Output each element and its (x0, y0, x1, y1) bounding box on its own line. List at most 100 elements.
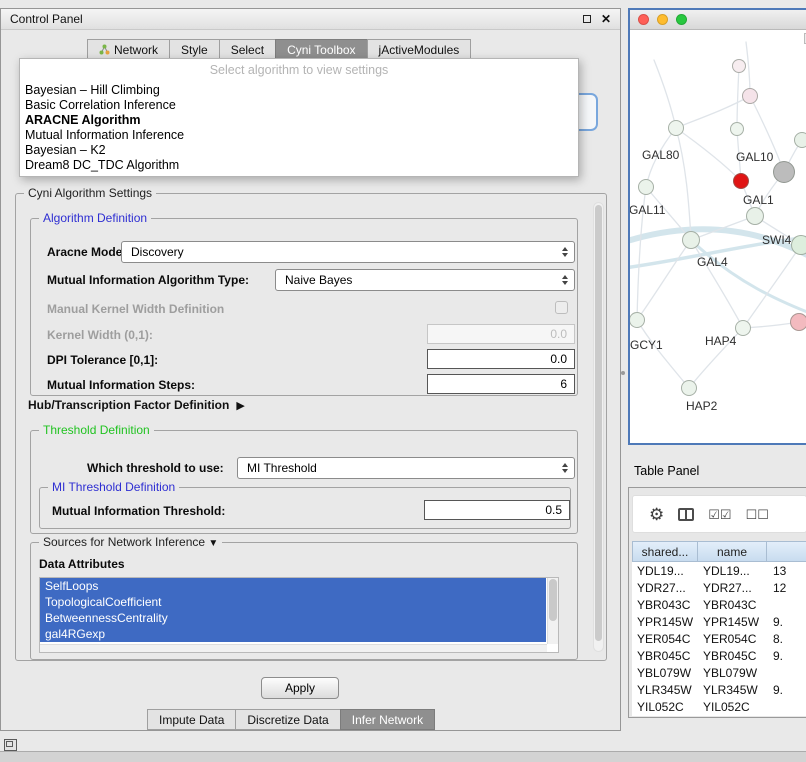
float-window-icon[interactable] (583, 15, 591, 23)
apply-button[interactable]: Apply (261, 677, 339, 699)
mi-type-select[interactable]: Naive Bayes (275, 269, 575, 291)
data-attribute-item[interactable]: gal4RGexp (40, 626, 546, 642)
table-panel-toolbar: ⚙ ☑☑ ☐☐ (632, 495, 806, 533)
column-header[interactable] (766, 541, 806, 562)
threshold-select[interactable]: MI Threshold (237, 457, 575, 479)
table-row[interactable]: YER054CYER054C8. (632, 630, 806, 647)
table-cell: YPR145W (632, 615, 698, 629)
data-attribute-item[interactable]: SelfLoops (40, 578, 546, 594)
tab-select[interactable]: Select (219, 39, 276, 60)
data-attributes-list[interactable]: SelfLoopsTopologicalCoefficientBetweenne… (39, 577, 559, 653)
table-row[interactable]: YBR045CYBR045C9. (632, 647, 806, 664)
network-node[interactable] (681, 380, 697, 396)
network-window-titlebar[interactable] (630, 10, 806, 30)
network-node-label: GAL11 (630, 203, 665, 217)
algorithm-option[interactable]: Mutual Information Inference (20, 128, 578, 143)
minimize-traffic-light-icon[interactable] (657, 14, 668, 25)
manual-kernel-checkbox[interactable] (555, 301, 568, 314)
network-view-window[interactable]: GAL80GAL10GAL11GAL1SWI4GAL4GCY1HAP4HAP2 (628, 8, 806, 445)
table-row[interactable]: YIL052CYIL052C (632, 698, 806, 715)
hub-definition-expander[interactable]: Hub/Transcription Factor Definition ▶ (28, 398, 245, 412)
aracne-mode-select[interactable]: Discovery (121, 241, 575, 263)
algorithm-option[interactable]: Dream8 DC_TDC Algorithm (20, 158, 578, 173)
table-cell: 9. (768, 615, 806, 629)
network-node[interactable] (794, 132, 806, 148)
table-cell: 8. (768, 632, 806, 646)
attributes-vscrollbar[interactable] (547, 578, 558, 644)
columns-icon[interactable] (678, 508, 694, 521)
network-node[interactable] (735, 320, 751, 336)
control-panel-titlebar[interactable]: Control Panel ✕ (1, 9, 620, 30)
scrollbar-thumb[interactable] (549, 579, 557, 621)
algorithm-option[interactable]: Bayesian – K2 (20, 143, 578, 158)
table-row[interactable]: YLR345WYLR345W9. (632, 681, 806, 698)
table-cell: YLR345W (698, 683, 768, 697)
network-node[interactable] (733, 173, 749, 189)
sources-title-row[interactable]: Sources for Network Inference ▼ (39, 535, 222, 551)
network-node[interactable] (638, 179, 654, 195)
tab-jactivemodules[interactable]: jActiveModules (367, 39, 472, 60)
which-threshold-label: Which threshold to use: (87, 461, 224, 475)
tab-style[interactable]: Style (169, 39, 220, 60)
settings-scrollbar[interactable] (593, 202, 604, 652)
network-node[interactable] (790, 313, 806, 331)
network-node-label: HAP4 (705, 334, 736, 348)
tab-label: Impute Data (159, 713, 224, 727)
group-title: Algorithm Definition (39, 211, 151, 225)
attributes-hscrollbar[interactable] (40, 644, 547, 652)
tab-network[interactable]: Network (87, 39, 170, 60)
tab-infer-network[interactable]: Infer Network (340, 709, 435, 730)
threshold-definition-group: Threshold Definition Which threshold to … (30, 430, 578, 534)
table-cell: YER054C (698, 632, 768, 646)
network-node[interactable] (746, 207, 764, 225)
network-node[interactable] (742, 88, 758, 104)
network-node-label: GAL10 (736, 150, 773, 164)
table-row[interactable]: YPR145WYPR145W9. (632, 613, 806, 630)
mi-steps-field[interactable]: 6 (427, 374, 575, 394)
zoom-traffic-light-icon[interactable] (676, 14, 687, 25)
close-icon[interactable]: ✕ (601, 13, 611, 25)
splitter-handle[interactable] (621, 371, 625, 375)
algorithm-option[interactable]: ARACNE Algorithm (20, 113, 578, 128)
scrollbar-thumb[interactable] (595, 205, 602, 641)
network-node[interactable] (773, 161, 795, 183)
sources-title: Sources for Network Inference (43, 535, 205, 549)
network-node[interactable] (682, 231, 700, 249)
table-row[interactable]: YBR043CYBR043C (632, 596, 806, 613)
combo-stepper-icon (559, 247, 574, 257)
tab-impute-data[interactable]: Impute Data (147, 709, 236, 730)
algorithm-dropdown-popup: Select algorithm to view settings Bayesi… (19, 58, 579, 177)
table-cell: YIL052C (632, 700, 698, 714)
column-header[interactable]: shared... (632, 541, 698, 562)
network-node-label: GAL4 (697, 255, 728, 269)
table-cell: YDR27... (632, 581, 698, 595)
table-cell: YDL19... (632, 564, 698, 578)
gear-icon[interactable]: ⚙ (649, 506, 664, 523)
algorithm-options-list: Bayesian – Hill ClimbingBasic Correlatio… (20, 83, 578, 173)
network-canvas[interactable]: GAL80GAL10GAL11GAL1SWI4GAL4GCY1HAP4HAP2 (630, 30, 806, 443)
network-node[interactable] (791, 235, 806, 255)
close-traffic-light-icon[interactable] (638, 14, 649, 25)
sources-group: Sources for Network Inference ▼ Data Att… (30, 542, 578, 660)
dpi-tolerance-field[interactable]: 0.0 (427, 349, 575, 369)
data-attribute-item[interactable]: TopologicalCoefficient (40, 594, 546, 610)
panel-restore-icon[interactable] (4, 739, 17, 751)
tab-cyni-toolbox[interactable]: Cyni Toolbox (275, 39, 367, 60)
column-header[interactable]: name (697, 541, 767, 562)
unchecked-columns-icon[interactable]: ☐☐ (746, 508, 769, 521)
tab-label: Select (231, 43, 264, 57)
network-node[interactable] (732, 59, 746, 73)
algorithm-option[interactable]: Basic Correlation Inference (20, 98, 578, 113)
algorithm-option[interactable]: Bayesian – Hill Climbing (20, 83, 578, 98)
table-row[interactable]: YBL079WYBL079W (632, 664, 806, 681)
network-node[interactable] (668, 120, 684, 136)
table-row[interactable]: YDR27...YDR27...12 (632, 579, 806, 596)
network-node[interactable] (730, 122, 744, 136)
tab-discretize-data[interactable]: Discretize Data (235, 709, 340, 730)
table-row[interactable]: YDL19...YDL19...13 (632, 562, 806, 579)
mi-threshold-field[interactable]: 0.5 (424, 500, 570, 520)
selected-value: Naive Bayes (276, 273, 559, 287)
data-attribute-item[interactable]: BetweennessCentrality (40, 610, 546, 626)
checked-columns-icon[interactable]: ☑☑ (708, 508, 731, 521)
network-node-label: SWI4 (762, 233, 791, 247)
